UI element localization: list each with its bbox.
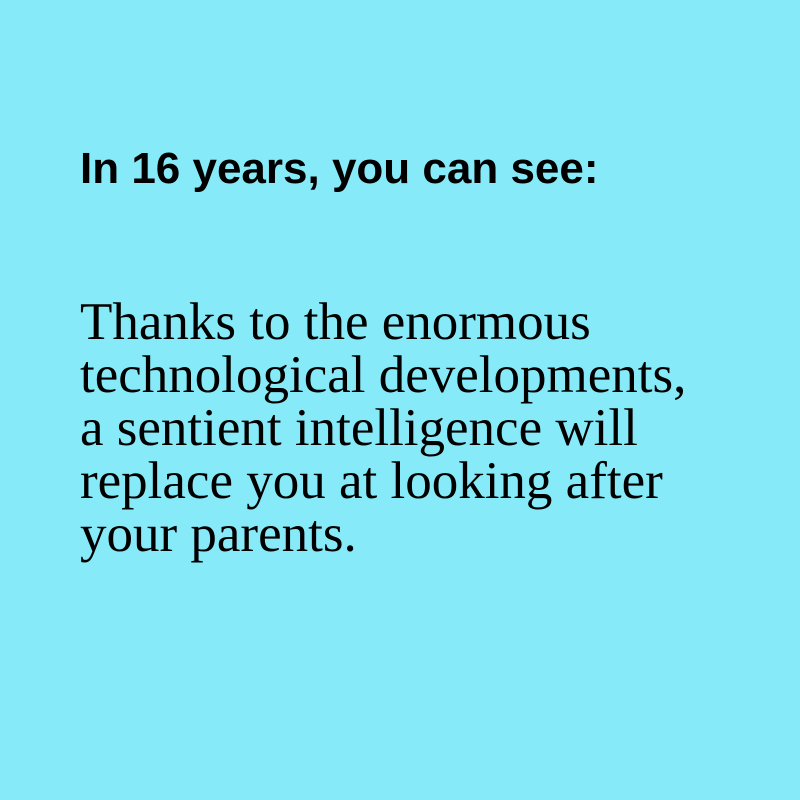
prediction-card: In 16 years, you can see: Thanks to the …: [0, 0, 800, 800]
card-heading: In 16 years, you can see:: [80, 144, 599, 193]
card-body-text: Thanks to the enormous technological dev…: [80, 293, 687, 563]
